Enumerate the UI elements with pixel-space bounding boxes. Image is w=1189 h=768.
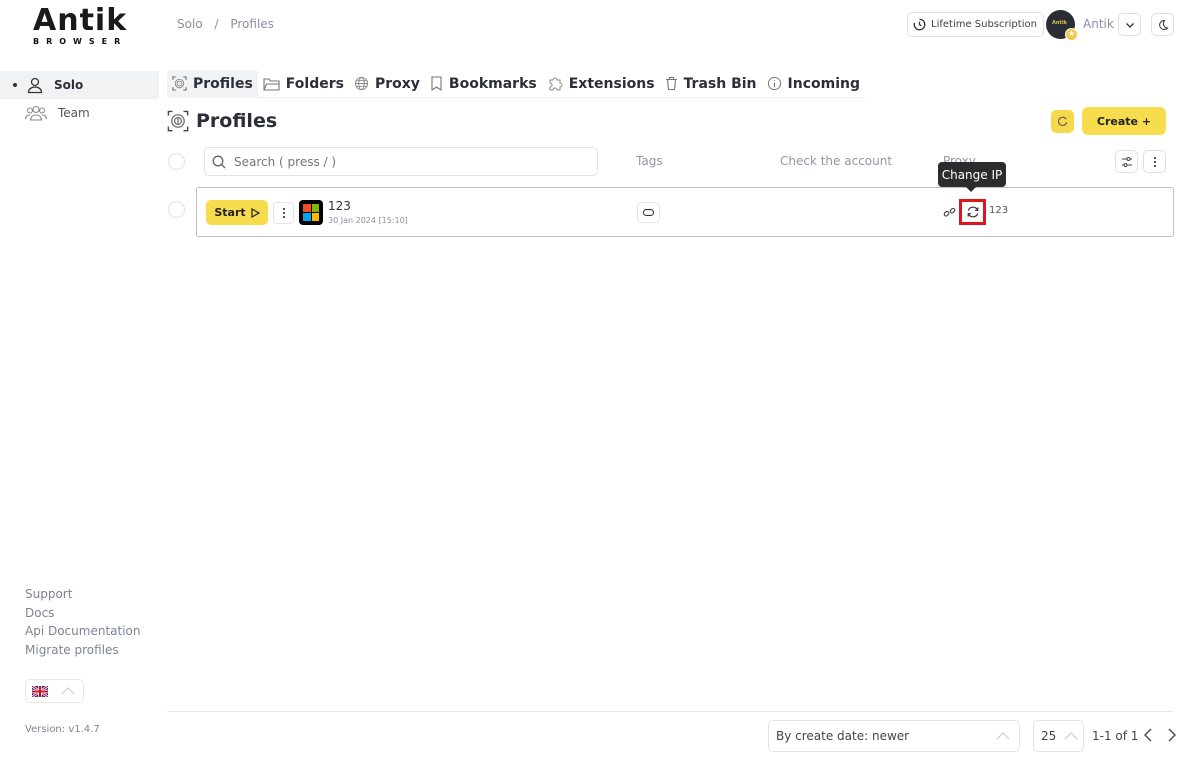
sliders-icon <box>1121 156 1132 167</box>
chevron-up-icon <box>1064 732 1078 740</box>
sort-select[interactable]: By create date: newer <box>768 720 1020 752</box>
breadcrumb-profiles: Profiles <box>230 17 274 31</box>
column-tags: Tags <box>636 154 663 168</box>
per-page-value: 25 <box>1041 729 1057 743</box>
version-label: Version: v1.4.7 <box>25 724 100 735</box>
select-all-checkbox[interactable] <box>168 153 185 170</box>
tab-profiles[interactable]: Profiles <box>167 69 258 98</box>
search-field[interactable] <box>204 147 598 176</box>
tab-label: Bookmarks <box>448 75 537 92</box>
user-menu-button[interactable] <box>1118 13 1141 36</box>
link-support[interactable]: Support <box>25 585 140 604</box>
tab-label: Extensions <box>568 75 655 92</box>
page-title-text: Profiles <box>196 110 278 132</box>
user-icon <box>27 77 43 94</box>
table-menu-button[interactable] <box>1143 150 1166 173</box>
sidebar-item-label: Solo <box>54 78 84 92</box>
bookmark-icon <box>431 76 442 91</box>
add-tag-button[interactable] <box>637 202 660 223</box>
refresh-icon <box>967 206 978 218</box>
play-icon <box>251 207 260 218</box>
chevron-up-icon <box>996 732 1010 740</box>
sidebar-item-solo[interactable]: Solo <box>0 71 159 99</box>
kebab-icon <box>282 207 285 219</box>
proxy-name[interactable]: 123 <box>989 205 1008 216</box>
column-settings-button[interactable] <box>1115 150 1138 173</box>
profile-name[interactable]: 123 <box>328 199 351 213</box>
row-checkbox[interactable] <box>168 201 185 218</box>
windows-icon <box>299 200 323 225</box>
link-api-documentation[interactable]: Api Documentation <box>25 622 140 641</box>
profile-date: 30 Jan 2024 [15:10] <box>328 216 408 225</box>
subscription-button[interactable]: Lifetime Subscription <box>907 12 1044 37</box>
create-button[interactable]: Create + <box>1082 107 1166 135</box>
start-button[interactable]: Start <box>206 200 268 225</box>
link-icon[interactable] <box>943 206 956 219</box>
logo-sub: BROWSER <box>33 37 128 46</box>
subscription-label: Lifetime Subscription <box>931 19 1037 30</box>
sidebar-item-team[interactable]: Team <box>0 99 159 127</box>
tab-bar: Profiles Folders Proxy Bookmarks Extensi… <box>167 69 865 98</box>
change-ip-button[interactable] <box>959 199 986 225</box>
tab-folders[interactable]: Folders <box>258 70 349 98</box>
search-icon <box>212 155 226 168</box>
link-migrate-profiles[interactable]: Migrate profiles <box>25 641 140 660</box>
breadcrumb: Solo / Profiles <box>177 17 282 31</box>
table-row[interactable]: Start 123 30 Jan 2024 [15:10] 123 <box>196 187 1174 237</box>
chevron-up-icon <box>61 687 75 695</box>
app-logo: Antik BROWSER <box>33 6 128 50</box>
tab-label: Profiles <box>193 75 253 92</box>
tab-trash-bin[interactable]: Trash Bin <box>660 70 762 98</box>
start-label: Start <box>214 206 246 219</box>
logo-main: Antik <box>33 3 128 38</box>
sidebar-item-label: Team <box>58 106 90 120</box>
avatar[interactable]: Antik ★ <box>1046 10 1078 41</box>
row-menu-button[interactable] <box>273 202 294 224</box>
team-icon <box>24 105 48 121</box>
tab-label: Incoming <box>787 75 860 92</box>
breadcrumb-solo[interactable]: Solo <box>177 17 203 31</box>
footer-divider <box>167 711 1174 712</box>
page-info: 1-1 of 1 <box>1092 729 1139 743</box>
page-title: Profiles <box>167 110 277 132</box>
tab-proxy[interactable]: Proxy <box>349 70 425 98</box>
user-name[interactable]: Antik <box>1083 17 1114 31</box>
sort-value: By create date: newer <box>776 729 910 743</box>
tab-extensions[interactable]: Extensions <box>542 70 660 98</box>
star-badge-icon: ★ <box>1065 28 1078 41</box>
info-icon <box>767 76 781 91</box>
moon-icon <box>1158 19 1169 30</box>
tab-incoming[interactable]: Incoming <box>762 70 865 98</box>
link-docs[interactable]: Docs <box>25 604 140 623</box>
tab-label: Trash Bin <box>683 75 757 92</box>
avatar-text: Antik <box>1052 20 1067 26</box>
breadcrumb-separator: / <box>214 17 219 31</box>
search-input[interactable] <box>234 154 574 169</box>
puzzle-icon <box>549 77 563 90</box>
active-dot <box>13 83 17 87</box>
fingerprint-icon <box>172 76 187 91</box>
clock-icon <box>913 18 926 31</box>
theme-toggle-button[interactable] <box>1151 13 1174 36</box>
tab-label: Folders <box>285 75 344 92</box>
trash-icon <box>665 76 677 91</box>
chevron-down-icon <box>1125 22 1134 28</box>
next-page-icon[interactable] <box>1166 728 1178 742</box>
per-page-select[interactable]: 25 <box>1033 720 1084 752</box>
column-check-account: Check the account <box>780 154 893 168</box>
tag-icon <box>643 209 654 216</box>
tab-label: Proxy <box>374 75 420 92</box>
prev-page-icon[interactable] <box>1142 728 1154 742</box>
sidebar-links: Support Docs Api Documentation Migrate p… <box>25 585 140 659</box>
change-ip-tooltip: Change IP <box>938 162 1006 192</box>
language-selector[interactable] <box>25 679 84 703</box>
folder-icon <box>263 77 280 91</box>
refresh-button[interactable] <box>1051 110 1074 133</box>
globe-icon <box>354 76 369 91</box>
uk-flag-icon <box>32 685 48 697</box>
refresh-icon <box>1058 116 1068 126</box>
fingerprint-icon <box>167 110 189 132</box>
kebab-icon <box>1153 156 1156 167</box>
tab-bookmarks[interactable]: Bookmarks <box>425 70 542 98</box>
